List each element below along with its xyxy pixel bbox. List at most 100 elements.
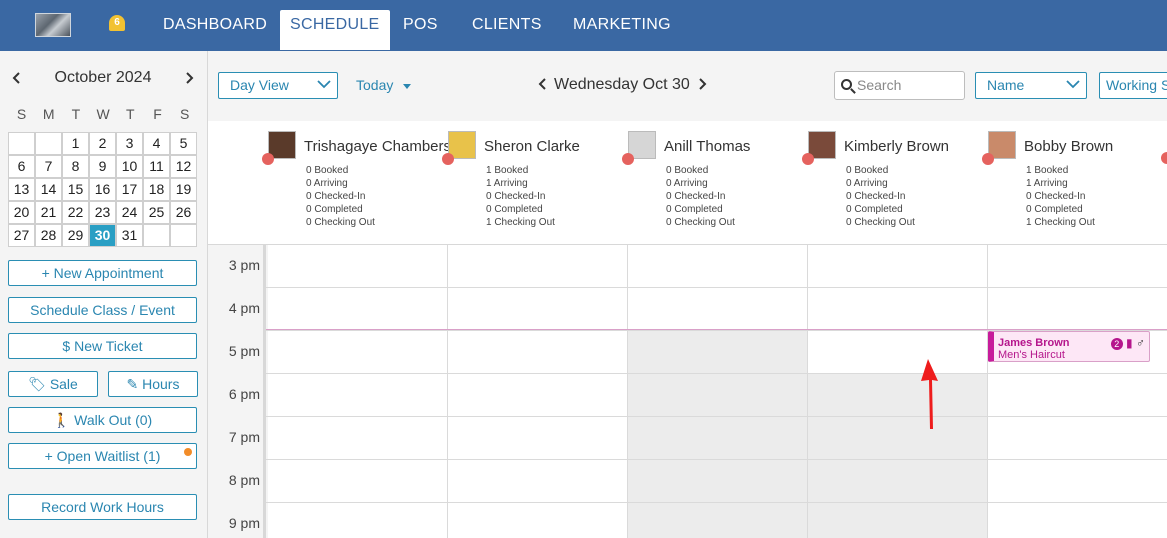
- calendar-day[interactable]: 2: [89, 132, 116, 155]
- staff-stat: 1 Booked: [486, 165, 529, 176]
- staff-stat: 0 Completed: [666, 204, 723, 215]
- nav-clients[interactable]: CLIENTS: [472, 0, 542, 51]
- current-time-line: [266, 329, 1167, 330]
- calendar-day[interactable]: 9: [89, 155, 116, 178]
- unavailable-block: [628, 330, 807, 538]
- open-waitlist-button[interactable]: + Open Waitlist (1): [8, 443, 197, 469]
- calendar-day[interactable]: 25: [143, 201, 170, 224]
- staff-stat: 0 Checked-In: [846, 191, 906, 202]
- calendar-day[interactable]: 10: [116, 155, 143, 178]
- schedule-class-button[interactable]: Schedule Class / Event: [8, 297, 197, 323]
- business-logo[interactable]: [35, 13, 71, 37]
- time-label: 5 pm: [228, 343, 260, 359]
- next-day-icon[interactable]: [699, 78, 707, 90]
- nav-marketing[interactable]: MARKETING: [573, 0, 671, 51]
- staff-column-header: Anill Thomas 0 Booked 0 Arriving 0 Checked-…: [622, 131, 808, 241]
- visit-count-badge: 2: [1110, 337, 1123, 350]
- search-input[interactable]: Search: [834, 71, 965, 100]
- status-dot: [622, 153, 634, 165]
- new-appointment-button[interactable]: + New Appointment: [8, 260, 197, 286]
- staff-stat: 1 Arriving: [1026, 178, 1068, 189]
- sale-button[interactable]: 🏷 Sale: [8, 371, 98, 397]
- calendar-day[interactable]: 16: [89, 178, 116, 201]
- staff-name[interactable]: Trishagaye Chambers: [304, 138, 451, 155]
- calendar-day[interactable]: 18: [143, 178, 170, 201]
- name-select-value: Name: [987, 77, 1025, 93]
- staff-schedule-column[interactable]: [268, 245, 448, 538]
- calendar-day[interactable]: 19: [170, 178, 197, 201]
- staff-column-header: Sheron Clarke 1 Booked 1 Arriving 0 Checked…: [442, 131, 628, 241]
- weekday-label: T: [126, 106, 135, 122]
- hours-label: Hours: [142, 376, 180, 392]
- sidebar: October 2024 1 2 3 4 5 6 7 8 9 10 11 12 13 14 15 16 17 18…: [0, 51, 208, 538]
- calendar-day[interactable]: 4: [143, 132, 170, 155]
- new-ticket-button[interactable]: $ New Ticket: [8, 333, 197, 359]
- record-work-hours-button[interactable]: Record Work Hours: [8, 494, 197, 520]
- calendar-day[interactable]: 14: [35, 178, 62, 201]
- staff-stat: 0 Booked: [306, 165, 349, 176]
- name-select[interactable]: Name: [975, 72, 1087, 99]
- time-label: 7 pm: [228, 429, 260, 445]
- staff-name[interactable]: Kimberly Brown: [844, 138, 949, 155]
- nav-schedule[interactable]: SCHEDULE: [280, 10, 390, 50]
- calendar-day[interactable]: 15: [62, 178, 89, 201]
- calendar-day[interactable]: 17: [116, 178, 143, 201]
- calendar-day[interactable]: 1: [62, 132, 89, 155]
- calendar-day[interactable]: 7: [35, 155, 62, 178]
- caret-down-icon: [403, 83, 412, 89]
- weekday-label: S: [16, 106, 27, 122]
- staff-stat: 0 Checked-In: [666, 191, 726, 202]
- staff-name[interactable]: Anill Thomas: [664, 138, 750, 155]
- staff-schedule-column[interactable]: [988, 245, 1167, 538]
- prev-month-icon[interactable]: [12, 72, 20, 84]
- staff-name[interactable]: Sheron Clarke: [484, 138, 580, 155]
- status-dot: [1161, 152, 1167, 164]
- status-dot: [262, 153, 274, 165]
- calendar-day[interactable]: 31: [116, 224, 143, 247]
- walk-out-button[interactable]: 🚶 Walk Out (0): [8, 407, 197, 433]
- staff-stat: 0 Arriving: [666, 178, 708, 189]
- nav-pos[interactable]: POS: [403, 0, 438, 51]
- next-month-icon[interactable]: [186, 72, 194, 84]
- calendar-empty-cell: [35, 132, 62, 155]
- calendar-day[interactable]: 24: [116, 201, 143, 224]
- prev-day-icon[interactable]: [538, 78, 546, 90]
- working-select[interactable]: Working S: [1099, 72, 1167, 99]
- calendar-day[interactable]: 20: [8, 201, 35, 224]
- calendar-day[interactable]: 5: [170, 132, 197, 155]
- calendar-day[interactable]: 23: [89, 201, 116, 224]
- pencil-icon: ✎: [126, 376, 143, 392]
- time-label: 8 pm: [228, 472, 260, 488]
- calendar-day[interactable]: 29: [62, 224, 89, 247]
- calendar-day[interactable]: 3: [116, 132, 143, 155]
- calendar-day[interactable]: 30: [89, 224, 116, 247]
- notification-count: 6: [114, 17, 120, 28]
- staff-column-header: Bobby Brown 1 Booked 1 Arriving 0 Checked-I…: [982, 131, 1167, 241]
- staff-stat: 1 Booked: [1026, 165, 1069, 176]
- calendar-day[interactable]: 26: [170, 201, 197, 224]
- hours-button[interactable]: ✎ Hours: [108, 371, 198, 397]
- calendar-day[interactable]: 22: [62, 201, 89, 224]
- nav-dashboard[interactable]: DASHBOARD: [163, 0, 267, 51]
- calendar-day[interactable]: 12: [170, 155, 197, 178]
- time-label: 3 pm: [228, 257, 260, 273]
- calendar-day[interactable]: 6: [8, 155, 35, 178]
- staff-stat: 0 Checked-In: [306, 191, 366, 202]
- calendar-day[interactable]: 27: [8, 224, 35, 247]
- staff-header: Trishagaye Chambers 0 Booked 0 Arriving 0 C…: [208, 121, 1167, 245]
- staff-schedule-column[interactable]: [448, 245, 628, 538]
- calendar-day[interactable]: 28: [35, 224, 62, 247]
- notifications-bell-icon[interactable]: 6: [108, 13, 126, 35]
- calendar-day[interactable]: 21: [35, 201, 62, 224]
- calendar-day[interactable]: 8: [62, 155, 89, 178]
- calendar-day[interactable]: 11: [143, 155, 170, 178]
- appointment-card[interactable]: James Brown Men's Haircut 2 ▮ ♂: [988, 331, 1150, 362]
- view-select[interactable]: Day View: [218, 72, 338, 99]
- staff-column-header: Trishagaye Chambers 0 Booked 0 Arriving 0 C…: [262, 131, 451, 241]
- staff-name[interactable]: Bobby Brown: [1024, 138, 1113, 155]
- today-dropdown[interactable]: Today: [356, 77, 412, 93]
- hour-divider: [266, 287, 1167, 288]
- calendar-day[interactable]: 13: [8, 178, 35, 201]
- staff-stat: 0 Completed: [306, 204, 363, 215]
- current-date: Wednesday Oct 30: [554, 76, 690, 93]
